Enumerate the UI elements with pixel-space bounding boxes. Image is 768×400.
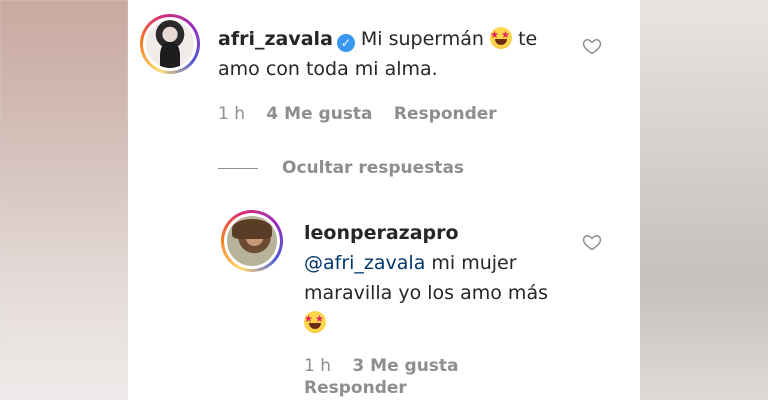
reply-time: 1 h: [304, 356, 331, 376]
comment-time: 1 h: [218, 104, 245, 124]
comment-reply-button[interactable]: Responder: [394, 104, 497, 124]
reply-username[interactable]: leonperazapro: [304, 222, 459, 244]
reply-mention-link[interactable]: @afri_zavala: [304, 252, 425, 274]
profile-photo: [227, 216, 277, 266]
like-heart-icon[interactable]: [582, 36, 602, 56]
hide-replies-button[interactable]: Ocultar respuestas: [282, 158, 464, 178]
profile-photo: [146, 20, 194, 68]
star-struck-emoji-icon: ★★: [490, 27, 513, 49]
comment-meta: 1 h 4 Me gusta Responder: [218, 104, 497, 124]
reply-text-line1-after: mi mujer: [425, 252, 517, 274]
comment-text-line1-after: te: [518, 28, 538, 50]
reply-likes[interactable]: 3 Me gusta: [352, 356, 458, 376]
replies-divider-line: [218, 168, 258, 169]
reply-text: leonperazapro @afri_zavala mi mujer mara…: [304, 218, 594, 338]
avatar-afri-zavala[interactable]: [140, 14, 200, 74]
blurred-background-left: [0, 0, 128, 400]
comment-text-line2: amo con toda mi alma.: [218, 58, 438, 80]
comment-username[interactable]: afri_zavala: [218, 28, 333, 50]
star-struck-emoji-icon: ★★: [304, 311, 326, 333]
comment-text: afri_zavala ✓ Mi supermán ★★ te amo con to…: [218, 24, 588, 84]
comments-panel: afri_zavala ✓ Mi supermán ★★ te amo con to…: [128, 0, 640, 400]
reply-meta: 1 h 3 Me gusta: [304, 356, 459, 376]
comment-likes[interactable]: 4 Me gusta: [266, 104, 372, 124]
like-heart-icon[interactable]: [582, 232, 602, 252]
comment-text-line1: Mi supermán: [360, 28, 484, 50]
blurred-background-right: [640, 0, 768, 400]
reply-text-line2: maravilla yo los amo más: [304, 282, 548, 304]
avatar-leonperazapro[interactable]: [221, 210, 283, 272]
verified-badge-icon: ✓: [336, 34, 355, 52]
reply-reply-button[interactable]: Responder: [304, 378, 407, 398]
